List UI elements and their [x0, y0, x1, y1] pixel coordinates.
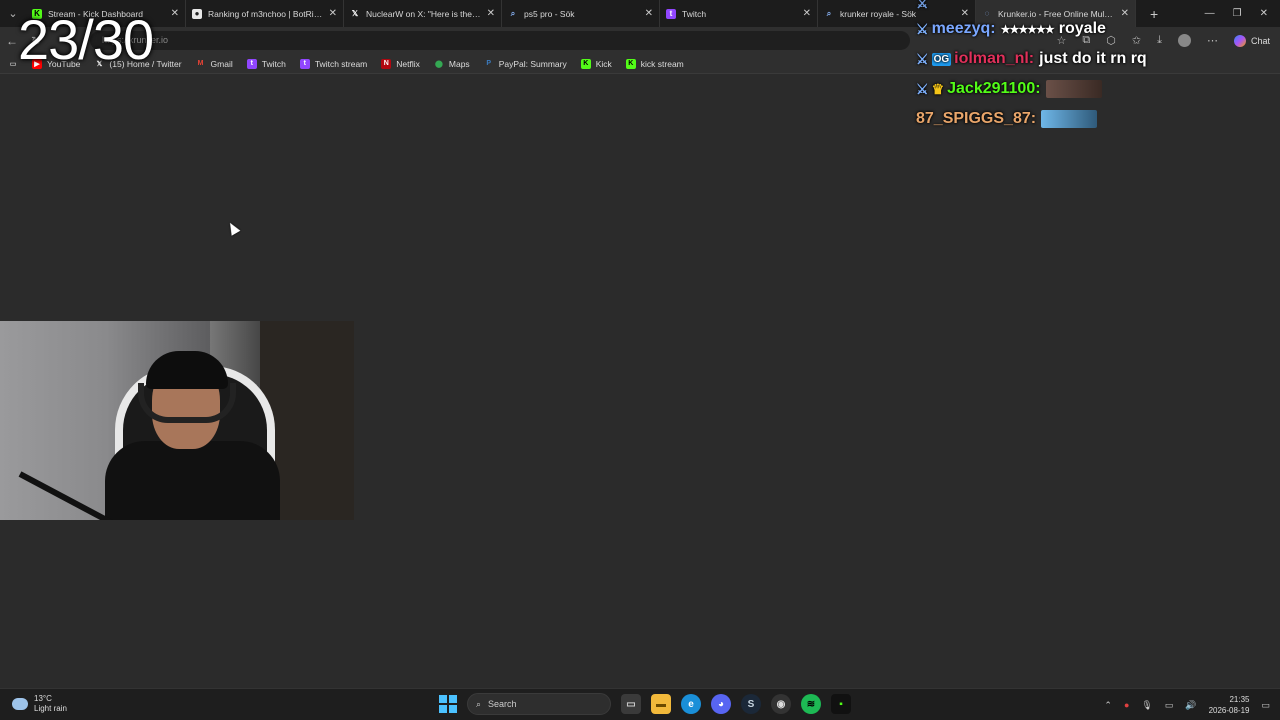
tab-ps5-pro[interactable]: ⌕ ps5 pro - Sök ✕ — [502, 0, 660, 27]
tab-label: NuclearW on X: "Here is the New — [366, 8, 481, 19]
image-emote — [1045, 80, 1102, 98]
chat-username: Jack291100: — [947, 80, 1041, 97]
mouse-cursor-icon — [225, 220, 241, 236]
search-icon: ⌕ — [476, 698, 482, 709]
kick-icon: K — [625, 58, 636, 69]
weather-desc: Light rain — [34, 704, 67, 713]
steam-icon[interactable]: S — [741, 694, 761, 714]
bookmark-label: Maps — [448, 58, 470, 69]
chat-message: ⚔ meezyq: ★★★★★★ royale — [916, 14, 1280, 44]
tab-botrix[interactable]: ● Ranking of m3nchoo | BotRix — C ✕ — [186, 0, 344, 27]
address-bar[interactable]: https://krunker.io — [90, 31, 910, 50]
tab-close-icon[interactable]: ✕ — [487, 8, 495, 19]
bookmark-label: Twitch — [261, 58, 286, 69]
notification-icon[interactable]: ▭ — [1261, 700, 1270, 711]
chat-message-partial: ⚔ — [916, 0, 1280, 14]
x-icon: 𝕏 — [351, 9, 359, 18]
progress-counter-overlay: 23/30 — [18, 8, 154, 71]
search-icon: ⌕ — [826, 8, 832, 18]
bookmark-menu[interactable]: ▭ — [8, 59, 18, 69]
tray-app-icon[interactable]: ● — [1124, 700, 1129, 710]
file-explorer-icon[interactable]: ▬ — [651, 694, 671, 714]
sword-badge-icon: ⚔ — [916, 80, 929, 97]
chat-text: just do it rn rq — [1039, 50, 1147, 67]
edge-icon[interactable]: e — [681, 694, 701, 714]
stars-emote-icon: ★★★★★★ — [1000, 23, 1055, 36]
bookmark-label: Netflix — [396, 58, 420, 69]
paypal-icon: P — [486, 60, 492, 67]
spotify-icon[interactable]: ≋ — [801, 694, 821, 714]
twitch-icon: t — [299, 58, 310, 69]
sword-badge-icon: ⚔ — [916, 20, 929, 37]
bookmarks-menu-icon: ▭ — [9, 60, 17, 68]
twitch-icon: t — [666, 8, 676, 19]
microphone-icon[interactable]: 🎙 — [1141, 700, 1152, 711]
volume-icon[interactable]: 🔊 — [1185, 700, 1196, 711]
bookmark-label: kick stream — [640, 58, 684, 69]
weather-widget[interactable]: 13°C Light rain — [12, 694, 67, 714]
tab-close-icon[interactable]: ✕ — [645, 8, 653, 19]
bookmark-label: PayPal: Summary — [498, 58, 567, 69]
bookmark-label: Kick — [595, 58, 612, 69]
image-emote — [1041, 110, 1098, 128]
network-icon[interactable]: ▭ — [1165, 700, 1174, 711]
taskbar-search[interactable]: ⌕ Search — [467, 693, 611, 715]
obs-icon[interactable]: ◉ — [771, 694, 791, 714]
bookmark-kick[interactable]: K Kick — [580, 58, 612, 69]
webcam-overlay — [0, 321, 354, 520]
search-icon: ⌕ — [510, 8, 516, 18]
bookmark-paypal[interactable]: P PayPal: Summary — [484, 58, 567, 69]
crown-badge-icon: ♛ — [931, 80, 945, 97]
tab-label: Twitch — [682, 8, 707, 19]
weather-temp: 13°C — [34, 694, 52, 703]
botrix-icon: ● — [192, 8, 202, 19]
tab-close-icon[interactable]: ✕ — [803, 8, 811, 19]
bookmark-twitch[interactable]: t Twitch — [246, 58, 286, 69]
chat-message: ⚔ OG iolman_nl: just do it rn rq — [916, 44, 1280, 74]
windows-taskbar: 13°C Light rain ⌕ Search ▭ ▬ e ◕ S ◉ ≋ ▪… — [0, 688, 1280, 720]
chat-text: royale — [1058, 20, 1106, 37]
chat-message: ⚔ ♛ Jack291100: — [916, 74, 1280, 104]
gmail-icon: M — [197, 60, 204, 67]
system-tray: ⌃ ● 🎙 ▭ 🔊 21:35 2026-08-19 ▭ — [1104, 694, 1270, 716]
maps-pin-icon: ⬤ — [434, 60, 443, 68]
chat-username: meezyq: — [931, 20, 996, 37]
search-label: Search — [488, 699, 517, 709]
task-view-icon[interactable]: ▭ — [621, 694, 641, 714]
clock[interactable]: 21:35 2026-08-19 — [1209, 694, 1250, 716]
sword-badge-icon: ⚔ — [916, 50, 929, 67]
discord-icon[interactable]: ◕ — [711, 694, 731, 714]
bookmark-label: Twitch stream — [314, 58, 368, 69]
rain-cloud-icon — [12, 698, 28, 710]
clock-date: 2026-08-19 — [1208, 706, 1250, 715]
tab-label: ps5 pro - Sök — [524, 8, 575, 19]
tab-label: Ranking of m3nchoo | BotRix — C — [208, 8, 323, 19]
clock-time: 21:35 — [1229, 695, 1250, 704]
taskbar-apps: ⌕ Search ▭ ▬ e ◕ S ◉ ≋ ▪ — [439, 693, 851, 715]
kick-app-icon[interactable]: ▪ — [831, 694, 851, 714]
og-badge-icon: OG — [931, 52, 952, 66]
bookmark-twitch-stream[interactable]: t Twitch stream — [299, 58, 368, 69]
chevron-up-icon[interactable]: ⌃ — [1104, 700, 1112, 711]
sword-badge-icon: ⚔ — [916, 0, 929, 11]
stream-chat-overlay: ⚔ ⚔ meezyq: ★★★★★★ royale ⚔ OG iolman_nl… — [916, 0, 1280, 134]
netflix-icon: N — [381, 58, 392, 69]
chat-username: iolman_nl: — [954, 50, 1035, 67]
tab-close-icon[interactable]: ✕ — [171, 8, 179, 19]
twitch-icon: t — [246, 58, 257, 69]
kick-icon: K — [580, 58, 591, 69]
tab-close-icon[interactable]: ✕ — [329, 8, 337, 19]
bookmark-label: Gmail — [210, 58, 233, 69]
headset-icon — [138, 383, 236, 423]
tab-twitch[interactable]: t Twitch ✕ — [660, 0, 818, 27]
bookmark-maps[interactable]: ⬤ Maps — [434, 59, 470, 69]
tab-nuclearw-x[interactable]: 𝕏 NuclearW on X: "Here is the New ✕ — [344, 0, 502, 27]
chat-message: 87_SPIGGS_87: — [916, 104, 1280, 134]
bookmark-gmail[interactable]: M Gmail — [196, 59, 233, 69]
windows-start-icon[interactable] — [439, 695, 457, 713]
bookmark-netflix[interactable]: N Netflix — [381, 58, 420, 69]
bookmark-kick-stream[interactable]: Kkick stream — [625, 58, 684, 69]
chat-username: 87_SPIGGS_87: — [916, 110, 1037, 127]
